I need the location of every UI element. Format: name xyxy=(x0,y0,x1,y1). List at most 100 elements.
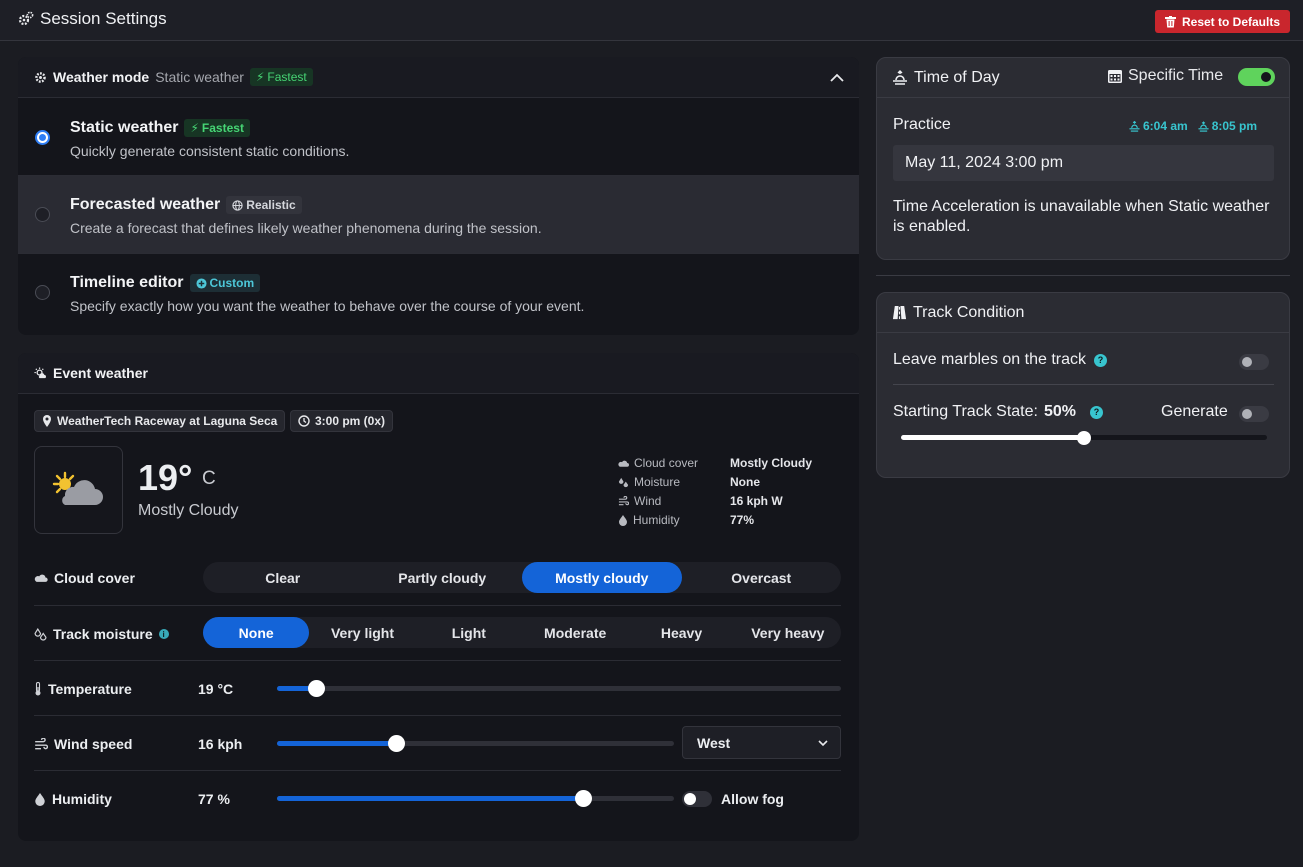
specific-time-toggle[interactable] xyxy=(1238,68,1275,86)
humidity-row: Humidity 77 % Allow fog xyxy=(34,770,841,825)
page-title-text: Session Settings xyxy=(40,9,167,28)
cloud-cover-label: Cloud cover xyxy=(34,570,135,586)
page-title: Session Settings xyxy=(18,9,167,29)
wind-speed-value: 16 kph xyxy=(198,736,243,752)
track-state-slider[interactable] xyxy=(901,430,1267,445)
mode-option-forecasted[interactable]: Forecasted weather Realistic Create a fo… xyxy=(18,176,859,254)
moisture-option-none[interactable]: None xyxy=(203,617,310,648)
slider-thumb[interactable] xyxy=(1077,430,1091,445)
condition-text: Mostly Cloudy xyxy=(138,502,239,519)
moisture-option-very-light[interactable]: Very light xyxy=(309,617,415,648)
sunset-icon xyxy=(1198,120,1209,132)
datetime-input[interactable]: May 11, 2024 3:00 pm xyxy=(893,145,1274,181)
moisture-option-light[interactable]: Light xyxy=(416,617,522,648)
moisture-option-very-heavy[interactable]: Very heavy xyxy=(735,617,841,648)
stat-label-text: Wind xyxy=(634,494,662,508)
cloud-cover-label-text: Cloud cover xyxy=(54,570,135,586)
temperature-row: Temperature 19 °C xyxy=(34,660,841,715)
cloud-option-partly-cloudy[interactable]: Partly cloudy xyxy=(363,562,523,593)
wind-direction-select[interactable]: West xyxy=(682,726,841,759)
generate-toggle[interactable] xyxy=(1239,406,1269,422)
generate-label: Generate xyxy=(1161,403,1228,420)
wind-speed-row: Wind speed 16 kph West xyxy=(34,715,841,770)
stat-wind-value: 16 kph W xyxy=(730,494,783,508)
reset-to-defaults-button[interactable]: Reset to Defaults xyxy=(1155,10,1290,33)
reset-label: Reset to Defaults xyxy=(1181,14,1281,29)
slider-fill xyxy=(277,741,396,746)
allow-fog-label: Allow fog xyxy=(721,791,784,807)
moisture-option-heavy[interactable]: Heavy xyxy=(628,617,734,648)
mode-title: Forecasted weather Realistic xyxy=(70,196,302,214)
time-acceleration-note: Time Acceleration is unavailable when St… xyxy=(893,198,1270,235)
sunrise-text: 6:04 am xyxy=(1143,119,1188,133)
stat-moisture-value: None xyxy=(730,475,760,489)
sun-cloud-icon xyxy=(34,366,47,378)
humidity-slider[interactable] xyxy=(277,790,674,807)
weather-mode-label: Weather mode xyxy=(53,69,150,85)
chevron-up-icon[interactable] xyxy=(829,70,845,86)
chevron-down-icon xyxy=(818,740,828,747)
calendar-icon xyxy=(1108,70,1122,83)
weather-mode-header[interactable]: Weather mode Static weather ⚡ Fastest xyxy=(18,57,859,98)
event-weather-panel: Event weather WeatherTech Raceway at Lag… xyxy=(18,353,859,841)
temperature-value: 19 °C xyxy=(198,681,234,697)
time-of-day-title: Time of Day xyxy=(914,68,1000,86)
allow-fog-toggle[interactable] xyxy=(682,791,712,807)
slider-thumb[interactable] xyxy=(387,735,405,752)
radio-forecasted[interactable] xyxy=(35,207,50,222)
track-state-row: Starting Track State: 50% ? xyxy=(893,403,1103,421)
time-chip: 3:00 pm (0x) xyxy=(290,410,394,432)
weather-mode-panel: Weather mode Static weather ⚡ Fastest St… xyxy=(18,57,859,335)
wind-speed-slider[interactable] xyxy=(277,735,674,752)
temperature-slider[interactable] xyxy=(277,680,841,697)
cloud-icon xyxy=(618,460,629,467)
humidity-label: Humidity xyxy=(34,791,112,807)
mode-title: Static weather ⚡ Fastest xyxy=(70,119,250,137)
session-name: Practice xyxy=(893,116,951,133)
badge-text: Fastest xyxy=(201,121,244,135)
marbles-label: Leave marbles on the track xyxy=(893,351,1086,368)
moisture-option-moderate[interactable]: Moderate xyxy=(522,617,628,648)
slider-thumb[interactable] xyxy=(307,680,325,697)
cloud-option-overcast[interactable]: Overcast xyxy=(682,562,842,593)
slider-thumb[interactable] xyxy=(574,790,592,807)
badge-text: Fastest xyxy=(267,70,307,84)
marbles-toggle[interactable] xyxy=(1239,354,1269,370)
temperature-label: Temperature xyxy=(34,681,132,697)
stat-wind-label: Wind xyxy=(618,494,661,508)
bolt-icon: ⚡ xyxy=(255,70,265,84)
help-icon[interactable]: ? xyxy=(1089,405,1103,419)
sunrise-time: 6:04 am xyxy=(1129,119,1188,133)
track-moisture-label: Track moisture i xyxy=(34,626,169,642)
wind-icon xyxy=(35,738,48,750)
cloud-option-mostly-cloudy[interactable]: Mostly cloudy xyxy=(522,562,682,593)
info-icon[interactable]: i xyxy=(158,629,169,639)
hand-droplet-icon xyxy=(35,792,45,806)
stat-label-text: Moisture xyxy=(634,475,681,489)
track-moisture-segmented: None Very light Light Moderate Heavy Ver… xyxy=(203,617,841,648)
cloud-cover-segmented: Clear Partly cloudy Mostly cloudy Overca… xyxy=(203,562,841,593)
radio-static[interactable] xyxy=(35,130,50,145)
mode-desc: Specify exactly how you want the weather… xyxy=(70,298,585,314)
toggle-knob xyxy=(1261,72,1271,82)
specific-time-label: Specific Time xyxy=(1128,67,1224,84)
cloud-cover-row: Cloud cover Clear Partly cloudy Mostly c… xyxy=(34,551,841,606)
radio-timeline[interactable] xyxy=(35,285,50,300)
road-icon xyxy=(892,305,907,320)
help-icon[interactable]: ? xyxy=(1094,353,1107,367)
mode-option-timeline[interactable]: Timeline editor Custom Specify exactly h… xyxy=(18,254,859,332)
wind-icon xyxy=(618,496,629,506)
mode-option-static[interactable]: Static weather ⚡ Fastest Quickly generate… xyxy=(18,98,859,176)
stat-humidity-value: 77% xyxy=(730,513,755,527)
plus-circle-icon xyxy=(195,277,207,289)
wind-direction-value: West xyxy=(697,734,731,751)
globe-icon xyxy=(232,199,243,211)
weather-mode-current: Static weather xyxy=(155,69,244,85)
cloud-option-clear[interactable]: Clear xyxy=(203,562,363,593)
stat-cloud-cover-value: Mostly Cloudy xyxy=(730,456,813,470)
divider xyxy=(876,275,1290,276)
track-moisture-label-text: Track moisture xyxy=(53,626,153,642)
gear-icon xyxy=(35,71,46,83)
temperature-label-text: Temperature xyxy=(48,681,132,697)
slider-fill xyxy=(901,435,1084,440)
